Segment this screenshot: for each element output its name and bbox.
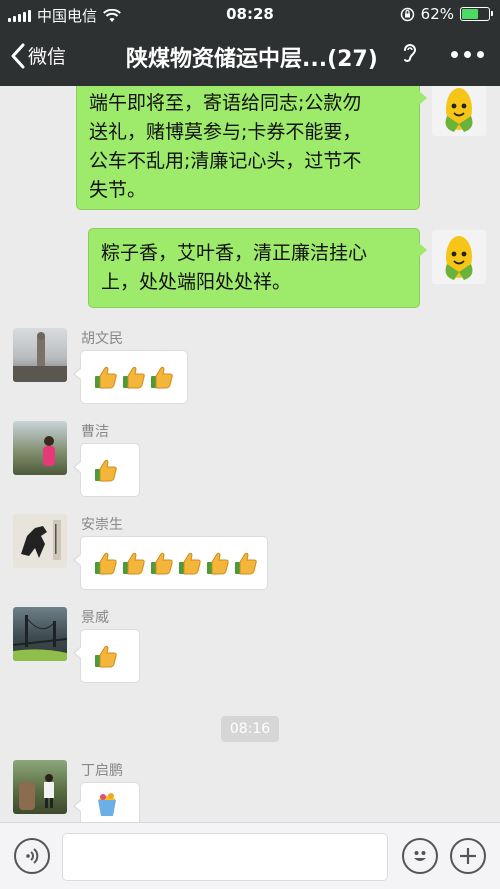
time-separator: 08:16: [221, 716, 279, 742]
voice-button[interactable]: [14, 838, 50, 874]
top-bar: 中国电信 08:28 62% 微信 陕煤物资储运中层...(27): [0, 0, 500, 86]
person-photo-icon: [43, 436, 55, 466]
thumbs-up-icon: [93, 550, 119, 576]
back-label: 微信: [28, 46, 67, 68]
message-line: 送礼，赌博莫参与;卡券不能要，: [89, 121, 362, 143]
voice-icon: [26, 848, 39, 864]
chat-area[interactable]: 端午即将至，寄语给同志;公款勿 送礼，赌博莫参与;卡券不能要， 公车不乱用;清廉…: [0, 86, 500, 822]
outgoing-message[interactable]: 端午即将至，寄语给同志;公款勿 送礼，赌博莫参与;卡券不能要， 公车不乱用;清廉…: [76, 86, 427, 210]
person-photo-icon: [19, 774, 54, 810]
sender-avatar[interactable]: [13, 760, 67, 814]
incoming-message[interactable]: [73, 536, 268, 590]
statue-photo-icon: [13, 332, 67, 382]
sender-name: 景威: [81, 610, 109, 626]
emoji-icon: [414, 851, 426, 861]
incoming-message[interactable]: [73, 782, 140, 822]
battery-percent: 62%: [420, 5, 454, 23]
cup-sticker-icon: [98, 792, 116, 816]
incoming-message[interactable]: [73, 629, 140, 683]
sender-avatar[interactable]: [13, 328, 67, 382]
status-right: 62%: [400, 5, 493, 23]
thumbs-up-icon: [121, 550, 147, 576]
status-bar: 中国电信 08:28 62%: [0, 0, 500, 28]
back-button[interactable]: 微信: [10, 42, 66, 69]
corn-avatar-icon: [445, 88, 473, 132]
thumbs-up-icon: [121, 364, 147, 390]
sender-name: 丁启鹏: [81, 763, 123, 779]
incoming-message[interactable]: [73, 443, 140, 497]
thumbs-up-icon: [205, 550, 231, 576]
emoji-button[interactable]: [402, 838, 438, 874]
more-button[interactable]: [451, 51, 484, 58]
bridge-photo-icon: [13, 615, 67, 661]
thumbs-up-icon: [149, 364, 175, 390]
battery-fill: [462, 9, 479, 19]
sender-name: 安崇生: [81, 517, 123, 533]
rotation-lock-icon: [400, 7, 414, 21]
sender-avatar[interactable]: [13, 514, 67, 568]
thumbs-up-icon: [93, 457, 119, 483]
thumbs-up-icon: [93, 364, 119, 390]
sender-avatar[interactable]: [13, 607, 67, 661]
outgoing-message[interactable]: 粽子香，艾叶香，清正廉洁挂心 上，处处端阳处处祥。: [88, 228, 427, 308]
plus-button[interactable]: [450, 838, 486, 874]
chat-title: 陕煤物资储运中层...(27): [126, 47, 378, 72]
ear-icon: [404, 44, 416, 62]
thumbs-up-icon: [177, 550, 203, 576]
thumbs-up-icon: [149, 550, 175, 576]
message-line: 公车不乱用;清廉记心头，过节不: [89, 150, 362, 172]
message-line: 上，处处端阳处处祥。: [101, 271, 292, 293]
sender-name: 曹洁: [81, 424, 109, 440]
plus-icon: [460, 848, 476, 864]
my-avatar[interactable]: [432, 230, 486, 284]
chevron-left-icon: [11, 43, 25, 68]
thumbs-up-icon: [233, 550, 259, 576]
message-line: 端午即将至，寄语给同志;公款勿: [89, 92, 362, 114]
thumbs-up-icon: [93, 643, 119, 669]
nav-bar: 微信 陕煤物资储运中层...(27): [0, 28, 500, 86]
corn-avatar-icon: [445, 236, 473, 280]
sender-name: 胡文民: [81, 331, 123, 347]
message-line: 粽子香，艾叶香，清正廉洁挂心: [101, 242, 368, 264]
message-input[interactable]: [62, 833, 388, 881]
message-line: 失节。: [89, 179, 147, 201]
sender-avatar[interactable]: [13, 421, 67, 475]
my-avatar[interactable]: [432, 86, 486, 136]
battery-icon: [460, 7, 493, 21]
horse-painting-icon: [21, 520, 61, 560]
input-bar: [0, 822, 500, 889]
incoming-message[interactable]: [73, 350, 188, 404]
